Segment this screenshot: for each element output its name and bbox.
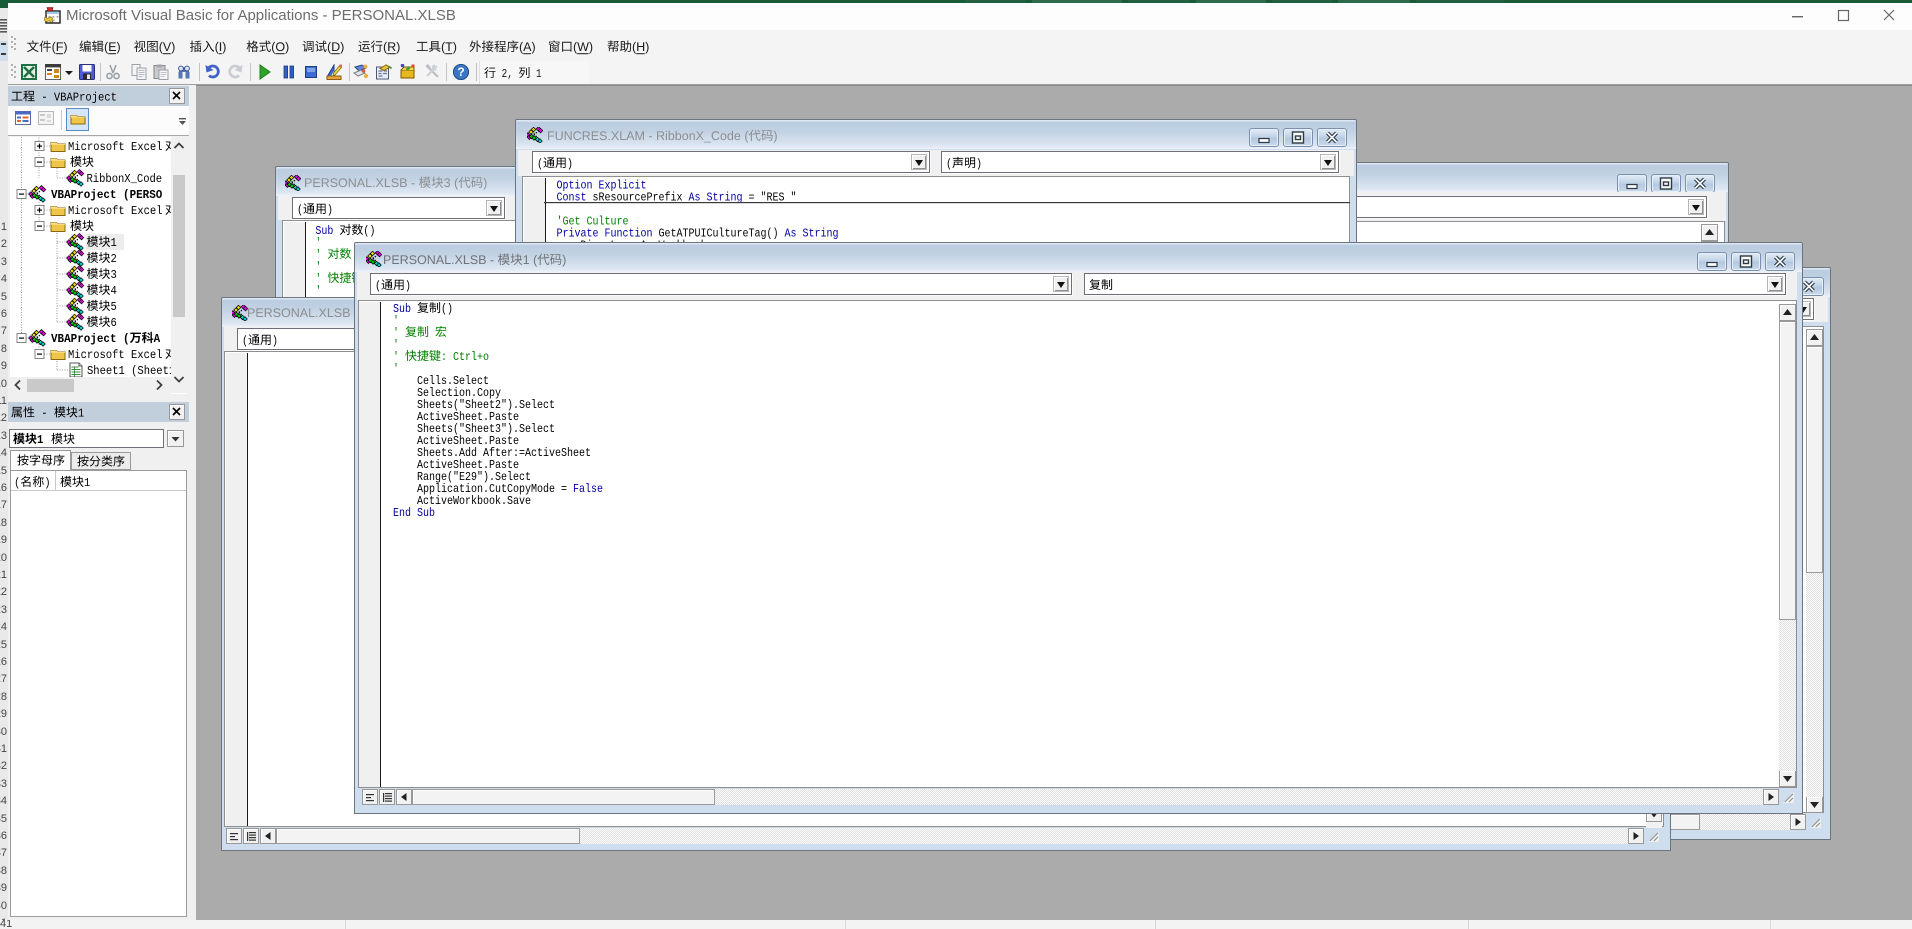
svg-text:VBAProject (PERSO: VBAProject (PERSO: [51, 188, 162, 202]
svg-text:7: 7: [1, 325, 7, 337]
svg-text:VBAProject (: VBAProject (: [51, 332, 130, 346]
svg-text:False: False: [573, 482, 603, 496]
svg-text:24: 24: [0, 621, 7, 633]
svg-text:': ': [393, 326, 399, 340]
svg-text:3: 3: [1, 256, 7, 268]
svg-text:3: 3: [111, 268, 117, 282]
svg-text:8: 8: [1, 343, 7, 355]
svg-text:': ': [315, 284, 321, 298]
svg-text:29: 29: [0, 708, 7, 720]
svg-text:27: 27: [0, 673, 7, 685]
svg-text:9: 9: [1, 360, 7, 372]
svg-text:30: 30: [0, 726, 7, 738]
svg-text:37: 37: [0, 847, 7, 859]
svg-text:21: 21: [0, 569, 7, 581]
svg-text:: Ctrl+o: : Ctrl+o: [441, 350, 489, 364]
svg-text:31: 31: [0, 743, 7, 755]
svg-text:11: 11: [0, 395, 7, 407]
svg-text:40: 40: [0, 900, 7, 912]
svg-text:Sheet1 (Sheet1: Sheet1 (Sheet1: [87, 364, 171, 377]
svg-text:As String: As String: [785, 227, 839, 241]
svg-text:A: A: [154, 332, 161, 346]
svg-text:1: 1: [1, 221, 7, 233]
svg-text:(): (): [363, 224, 375, 238]
svg-text:19: 19: [0, 534, 7, 546]
svg-text:4: 4: [111, 284, 117, 298]
svg-text:6: 6: [1, 308, 7, 320]
svg-text:10: 10: [0, 378, 7, 390]
svg-text:4: 4: [1, 273, 7, 285]
svg-text:': ': [393, 362, 399, 376]
svg-text:32: 32: [0, 760, 7, 772]
svg-text:15: 15: [0, 465, 7, 477]
svg-text:33: 33: [0, 778, 7, 790]
svg-text:(): (): [441, 302, 453, 316]
svg-text:25: 25: [0, 639, 7, 651]
svg-text:17: 17: [0, 499, 7, 511]
svg-text:': ': [315, 272, 321, 286]
svg-text:39: 39: [0, 882, 7, 894]
svg-text:38: 38: [0, 865, 7, 877]
svg-text:18: 18: [0, 517, 7, 529]
svg-text:35: 35: [0, 813, 7, 825]
svg-text:36: 36: [0, 830, 7, 842]
svg-text:5: 5: [111, 300, 117, 314]
svg-text:26: 26: [0, 656, 7, 668]
svg-text:16: 16: [0, 482, 7, 494]
svg-text:RibbonX_Code: RibbonX_Code: [87, 172, 163, 186]
svg-text:12: 12: [0, 412, 7, 424]
svg-text:2: 2: [1, 238, 7, 250]
svg-text:6: 6: [111, 316, 117, 330]
svg-text:': ': [393, 350, 399, 364]
svg-text:2: 2: [111, 252, 117, 266]
svg-text:20: 20: [0, 552, 7, 564]
svg-text:14: 14: [0, 447, 7, 459]
svg-text:1: 1: [111, 236, 117, 250]
svg-text:End Sub: End Sub: [393, 506, 435, 520]
svg-text:34: 34: [0, 795, 7, 807]
svg-text:?: ?: [457, 65, 464, 79]
svg-text:23: 23: [0, 604, 7, 616]
svg-text:5: 5: [1, 291, 7, 303]
svg-text:28: 28: [0, 691, 7, 703]
svg-text:13: 13: [0, 430, 7, 442]
svg-text:22: 22: [0, 586, 7, 598]
svg-text:': ': [315, 248, 321, 262]
